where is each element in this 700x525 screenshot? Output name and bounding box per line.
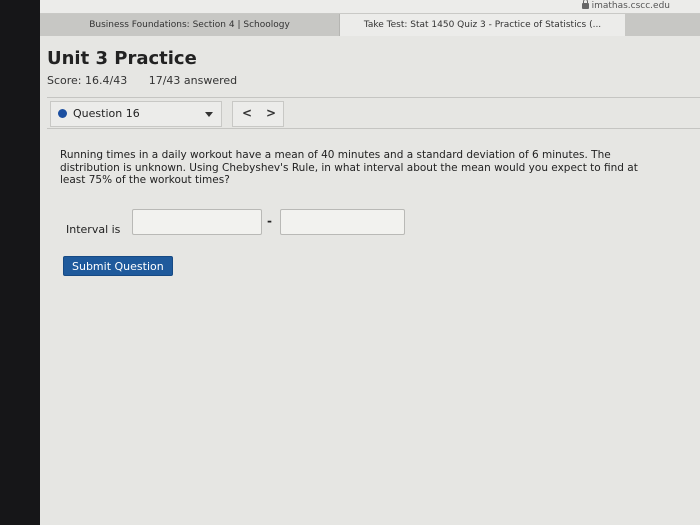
tab-schoology[interactable]: Business Foundations: Section 4 | School… bbox=[40, 14, 340, 36]
tab-schoology-label: Business Foundations: Section 4 | School… bbox=[89, 20, 290, 30]
url-display[interactable]: imathas.cscc.edu bbox=[581, 0, 670, 11]
status-dot-icon bbox=[58, 109, 67, 118]
screen-bezel bbox=[0, 0, 40, 525]
tab-take-test-label: Take Test: Stat 1450 Quiz 3 - Practice o… bbox=[363, 20, 602, 30]
question-select-label: Question 16 bbox=[73, 107, 140, 120]
tab-strip-empty bbox=[625, 14, 700, 36]
browser-window: imathas.cscc.edu Business Foundations: S… bbox=[40, 0, 700, 525]
chevron-down-icon bbox=[205, 112, 213, 117]
interval-separator: - bbox=[267, 214, 272, 228]
interval-upper-input[interactable] bbox=[280, 209, 405, 235]
url-text: imathas.cscc.edu bbox=[591, 1, 670, 11]
score-line: Score: 16.4/43 17/43 answered bbox=[47, 74, 255, 87]
page-content: Unit 3 Practice Score: 16.4/43 17/43 ans… bbox=[40, 36, 700, 525]
interval-lower-input[interactable] bbox=[132, 209, 262, 235]
answered-text: 17/43 answered bbox=[148, 74, 238, 87]
page-title: Unit 3 Practice bbox=[47, 48, 197, 69]
question-select[interactable]: Question 16 bbox=[50, 101, 222, 127]
question-nav-bar: Question 16 < > bbox=[47, 97, 700, 129]
submit-question-button[interactable]: Submit Question bbox=[63, 256, 173, 276]
prev-question-button[interactable]: < bbox=[242, 106, 252, 120]
question-pager: < > bbox=[232, 101, 284, 127]
tab-take-test[interactable]: Take Test: Stat 1450 Quiz 3 - Practice o… bbox=[340, 14, 625, 36]
interval-label: Interval is bbox=[66, 223, 121, 236]
address-bar[interactable]: imathas.cscc.edu bbox=[40, 0, 700, 14]
question-text: Running times in a daily workout have a … bbox=[60, 149, 638, 186]
next-question-button[interactable]: > bbox=[266, 106, 276, 120]
score-text: Score: 16.4/43 bbox=[47, 74, 128, 87]
tab-strip: Business Foundations: Section 4 | School… bbox=[40, 14, 700, 36]
lock-icon bbox=[581, 0, 589, 9]
